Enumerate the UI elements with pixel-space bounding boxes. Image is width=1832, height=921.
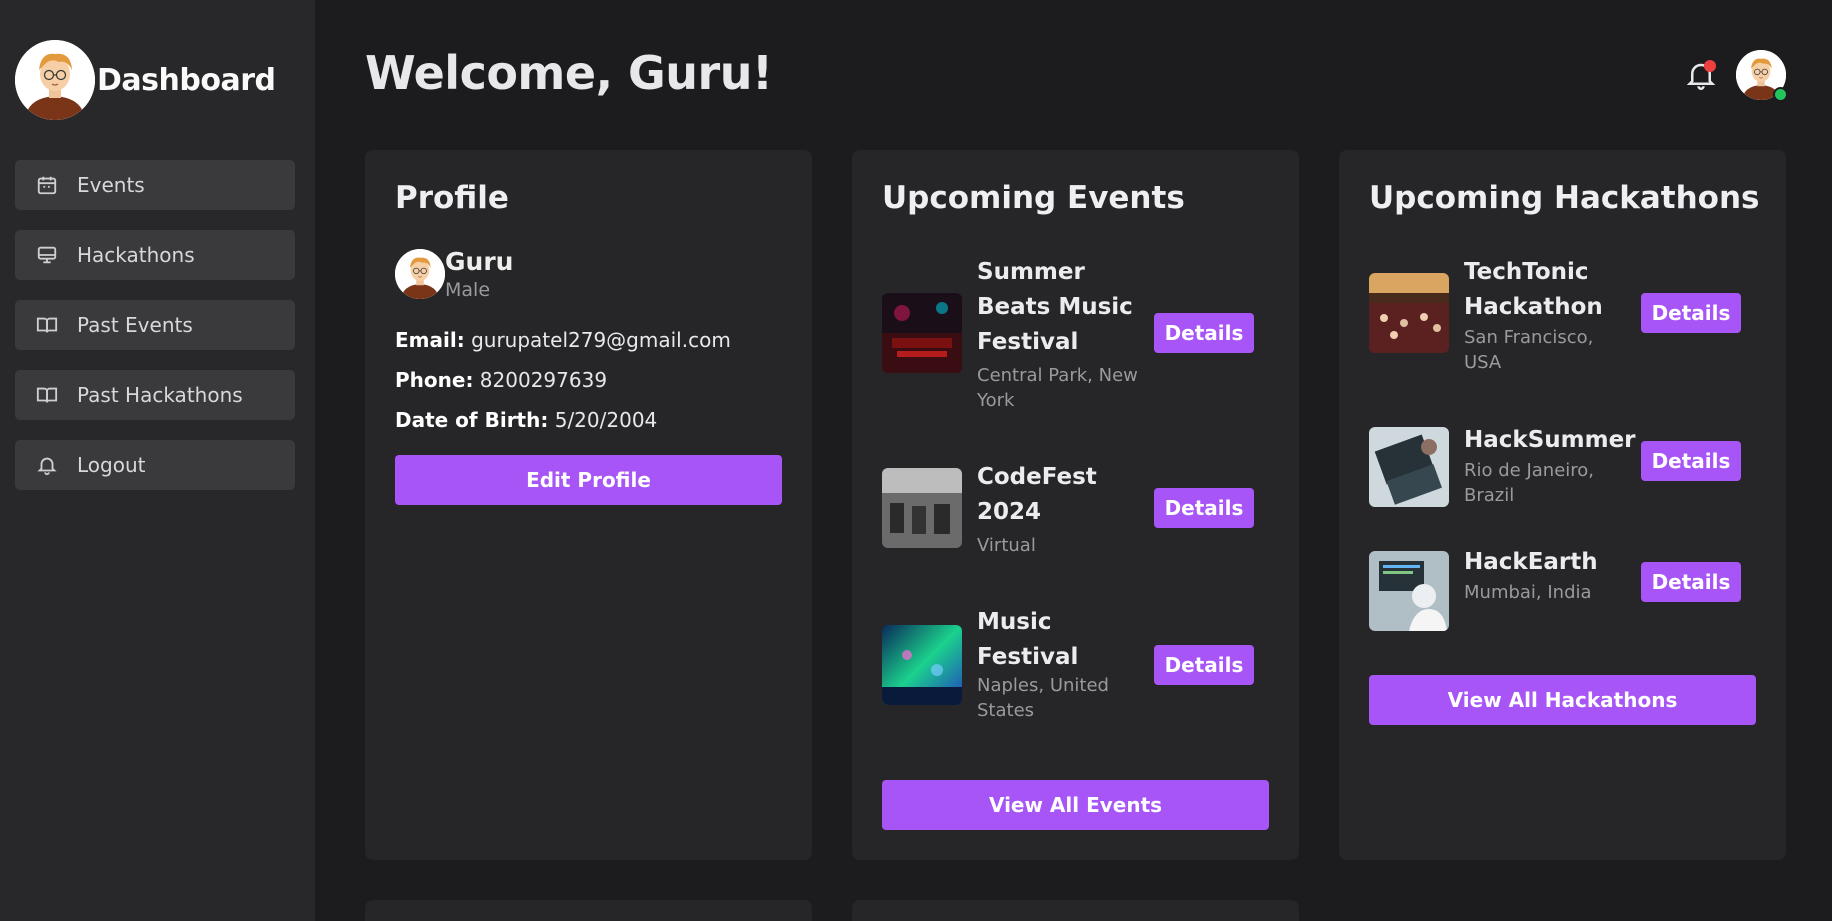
event-details-button[interactable]: Details [1154, 488, 1254, 528]
user-avatar-button[interactable] [1736, 50, 1788, 102]
hackathon-thumbnail [1369, 427, 1449, 507]
calendar-icon [35, 173, 59, 197]
hackathons-heading: Upcoming Hackathons [1369, 180, 1760, 216]
card [852, 900, 1299, 921]
hackathon-thumbnail [1369, 273, 1449, 353]
bell-icon [35, 453, 59, 477]
book-open-icon [35, 383, 59, 407]
hackathon-details-button[interactable]: Details [1641, 562, 1741, 602]
event-title: Summer Beats Music Festival [977, 259, 1133, 355]
book-open-icon [35, 313, 59, 337]
sidebar-item-label: Events [77, 173, 145, 197]
sidebar-item-events[interactable]: Events [15, 160, 295, 210]
view-all-events-button[interactable]: View All Events [882, 780, 1269, 830]
sidebar-item-hackathons[interactable]: Hackathons [15, 230, 295, 280]
list-item: CodeFest 2024 Virtual Details [882, 460, 1272, 560]
online-status-dot [1773, 87, 1788, 102]
profile-card: Profile Guru Male Email: gurupatel279@gm… [365, 150, 812, 860]
list-item: TechTonic Hackathon San Francisco, USA D… [1369, 255, 1759, 373]
event-details-button[interactable]: Details [1154, 313, 1254, 353]
sidebar-item-label: Logout [77, 453, 146, 477]
avatar [395, 249, 445, 299]
event-location: Naples, United States [977, 675, 1109, 721]
upcoming-hackathons-card: Upcoming Hackathons TechTonic Hackathon … [1339, 150, 1786, 860]
monitor-icon [35, 243, 59, 267]
phone-label: Phone: [395, 368, 474, 392]
card [365, 900, 812, 921]
sidebar-item-label: Past Hackathons [77, 383, 243, 407]
event-thumbnail [882, 293, 962, 373]
list-item: Music Festival Naples, United States Det… [882, 605, 1272, 730]
sidebar: Dashboard Events Hackathons Past Events … [0, 0, 315, 921]
sidebar-item-label: Hackathons [77, 243, 195, 267]
sidebar-title: Dashboard [97, 62, 276, 98]
hackathon-title: TechTonic Hackathon [1464, 259, 1603, 320]
hackathon-title: HackEarth [1464, 549, 1598, 575]
view-all-hackathons-button[interactable]: View All Hackathons [1369, 675, 1756, 725]
hackathon-title: HackSummer [1464, 427, 1636, 453]
profile-gender: Male [445, 279, 491, 301]
event-thumbnail [882, 625, 962, 705]
event-location: Virtual [977, 535, 1036, 556]
profile-dob: Date of Birth: 5/20/2004 [395, 408, 657, 432]
hackathon-thumbnail [1369, 551, 1449, 631]
profile-heading: Profile [395, 180, 509, 216]
list-item: Summer Beats Music Festival Central Park… [882, 255, 1272, 411]
profile-name: Guru [445, 247, 514, 276]
profile-email: Email: gurupatel279@gmail.com [395, 328, 731, 352]
list-item: HackEarth Mumbai, India Details [1369, 545, 1759, 631]
event-thumbnail [882, 468, 962, 548]
hackathon-location: San Francisco, USA [1464, 327, 1594, 373]
sidebar-item-label: Past Events [77, 313, 193, 337]
event-location: Central Park, New York [977, 365, 1138, 411]
profile-phone: Phone: 8200297639 [395, 368, 607, 392]
phone-value: 8200297639 [479, 368, 608, 392]
hackathon-location: Rio de Janeiro, Brazil [1464, 460, 1595, 506]
edit-profile-button[interactable]: Edit Profile [395, 455, 782, 505]
notification-bell[interactable] [1686, 58, 1716, 92]
dob-label: Date of Birth: [395, 408, 549, 432]
notification-dot [1704, 60, 1716, 72]
dob-value: 5/20/2004 [554, 408, 658, 432]
list-item: HackSummer Rio de Janeiro, Brazil Detail… [1369, 423, 1759, 513]
event-details-button[interactable]: Details [1154, 645, 1254, 685]
event-title: CodeFest 2024 [977, 464, 1097, 525]
email-value: gurupatel279@gmail.com [471, 328, 731, 352]
event-title: Music Festival [977, 609, 1079, 670]
brand: Dashboard [15, 40, 276, 120]
hackathon-details-button[interactable]: Details [1641, 293, 1741, 333]
hackathon-details-button[interactable]: Details [1641, 441, 1741, 481]
sidebar-item-past-events[interactable]: Past Events [15, 300, 295, 350]
avatar [15, 40, 95, 120]
sidebar-item-logout[interactable]: Logout [15, 440, 295, 490]
hackathon-location: Mumbai, India [1464, 582, 1592, 603]
sidebar-item-past-hackathons[interactable]: Past Hackathons [15, 370, 295, 420]
events-heading: Upcoming Events [882, 180, 1185, 216]
upcoming-events-card: Upcoming Events Summer Beats Music Festi… [852, 150, 1299, 860]
page-title: Welcome, Guru! [365, 46, 773, 100]
email-label: Email: [395, 328, 465, 352]
profile-identity: Guru Male [395, 247, 513, 301]
